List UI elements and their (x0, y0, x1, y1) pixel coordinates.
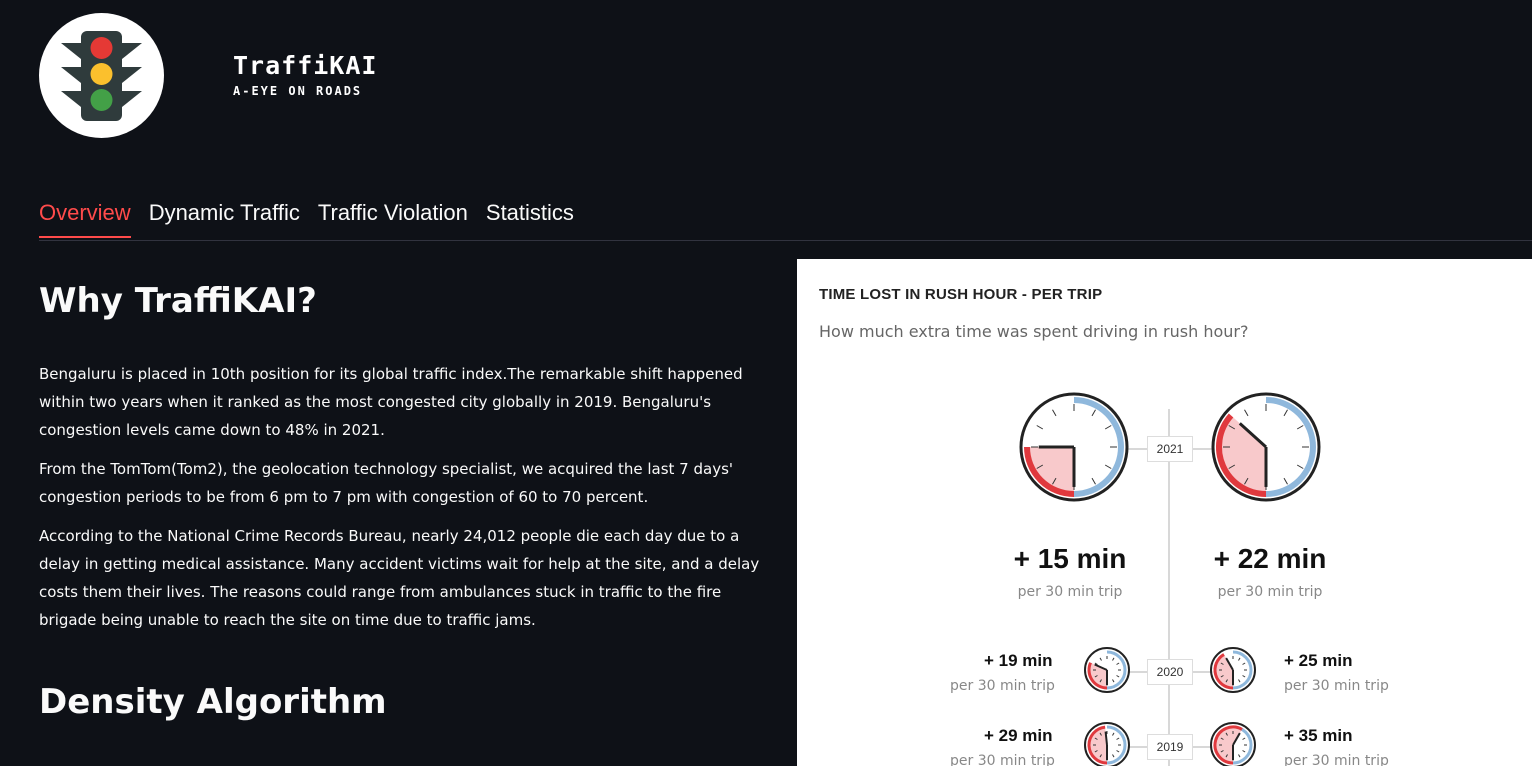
per-trip-note: per 30 min trip (1017, 584, 1123, 600)
paragraph-tomtom: From the TomTom(Tom2), the geolocation t… (39, 460, 734, 506)
tab-traffic-violation[interactable]: Traffic Violation (318, 200, 468, 238)
section-heading: Why TraffiKAI? (39, 281, 317, 321)
year-label-2020: 2020 (1147, 659, 1193, 685)
per-trip-note: per 30 min trip (1217, 584, 1323, 600)
paragraph-index: Bengaluru is placed in 10th position for… (39, 365, 743, 439)
year-label-2019: 2019 (1147, 734, 1193, 760)
tab-bar: Overview Dynamic Traffic Traffic Violati… (39, 200, 574, 238)
app-tagline: A-EYE ON ROADS (233, 84, 363, 98)
tab-overview[interactable]: Overview (39, 200, 131, 238)
brand: TraffiKAI A-EYE ON ROADS (233, 51, 378, 99)
per-trip-note: per 30 min trip (950, 753, 1055, 766)
time-lost-2019-right: + 35 min (1284, 726, 1353, 745)
traffic-light-icon (61, 31, 142, 121)
density-heading: Density Algorithm (39, 682, 387, 722)
per-trip-note: per 30 min trip (1284, 753, 1389, 766)
clock-graphics (1019, 392, 1321, 766)
tab-statistics[interactable]: Statistics (486, 200, 574, 238)
year-label-2021: 2021 (1147, 436, 1193, 462)
tab-dynamic-traffic[interactable]: Dynamic Traffic (149, 200, 300, 238)
app-logo (39, 13, 164, 138)
per-trip-note: per 30 min trip (950, 678, 1055, 694)
time-lost-2020-left: + 19 min (984, 651, 1053, 670)
time-lost-2021-left: + 15 min (1013, 543, 1127, 574)
per-trip-note: per 30 min trip (1284, 678, 1389, 694)
app-title: TraffiKAI (233, 51, 378, 80)
time-lost-2019-left: + 29 min (984, 726, 1053, 745)
overview-content: Why TraffiKAI? Bengaluru is placed in 10… (39, 280, 774, 645)
tab-divider (39, 240, 1532, 241)
time-lost-2020-right: + 25 min (1284, 651, 1353, 670)
time-lost-2021-right: + 22 min (1213, 543, 1327, 574)
clock-2019-left-hand (1104, 731, 1108, 746)
paragraph-ncrb: According to the National Crime Records … (39, 527, 760, 629)
rush-hour-infographic: TIME LOST IN RUSH HOUR - PER TRIP How mu… (797, 259, 1532, 766)
